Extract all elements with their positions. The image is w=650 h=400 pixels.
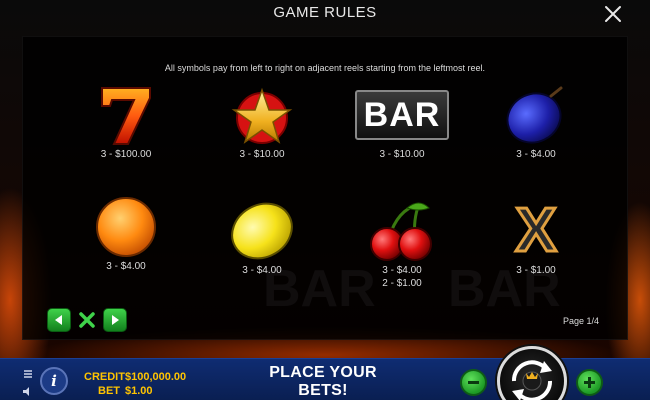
- close-rules-button[interactable]: [75, 308, 99, 332]
- close-icon: [605, 6, 621, 22]
- symbol-star: 3 - $10.00: [212, 82, 312, 161]
- symbol-seven: 3 - $100.00: [76, 82, 176, 161]
- decrease-bet-button[interactable]: [460, 369, 487, 396]
- prev-page-button[interactable]: [47, 308, 71, 332]
- symbol-payout: 3 - $100.00: [100, 149, 152, 160]
- menu-button[interactable]: [23, 369, 33, 382]
- plus-icon: [584, 377, 595, 388]
- bar-label: BAR: [363, 95, 441, 134]
- symbol-payout: 3 - $4.00: [106, 261, 146, 272]
- symbol-x: X 3 - $1.00: [486, 198, 586, 277]
- page-indicator: Page 1/4: [563, 316, 600, 326]
- spin-button[interactable]: [497, 346, 567, 400]
- close-button[interactable]: [604, 5, 624, 25]
- sound-button[interactable]: [22, 386, 33, 400]
- symbol-bar: BAR 3 - $10.00: [352, 82, 452, 161]
- page-navigation: [47, 308, 127, 332]
- bar-icon: BAR: [355, 90, 449, 140]
- symbol-orange: 3 - $4.00: [76, 194, 176, 273]
- status-message: PLACE YOUR BETS!: [269, 364, 377, 399]
- sound-icon: [23, 387, 29, 396]
- x-icon: X: [514, 196, 558, 265]
- rules-description: All symbols pay from left to right on ad…: [164, 63, 486, 73]
- cherries-icon: [370, 202, 432, 261]
- close-x-icon: [79, 312, 95, 328]
- bet-label: BET: [98, 385, 120, 397]
- star-icon: [231, 87, 293, 144]
- bet-value: $1.00: [125, 385, 153, 397]
- symbol-payout: 3 - $4.00: [382, 265, 422, 276]
- increase-bet-button[interactable]: [576, 369, 603, 396]
- arrow-left-icon: [55, 315, 62, 325]
- next-page-button[interactable]: [103, 308, 127, 332]
- lemon-icon: [231, 202, 293, 260]
- arrow-right-icon: [112, 315, 119, 325]
- symbol-payout: 3 - $10.00: [379, 149, 425, 160]
- orange-icon: [96, 197, 156, 257]
- symbol-cherries: 3 - $4.00 2 - $1.00: [352, 198, 452, 290]
- seven-icon: [101, 87, 151, 145]
- plum-icon: [506, 86, 563, 144]
- symbol-plum: 3 - $4.00: [486, 82, 586, 161]
- symbol-lemon: 3 - $4.00: [212, 198, 312, 277]
- symbol-payout: 3 - $4.00: [242, 265, 282, 276]
- page-title: GAME RULES: [273, 4, 377, 21]
- info-button[interactable]: i: [40, 367, 68, 395]
- symbol-payout: 3 - $10.00: [239, 149, 285, 160]
- symbol-payout: 2 - $1.00: [382, 278, 422, 289]
- symbol-payout: 3 - $1.00: [516, 265, 556, 276]
- menu-icon: [24, 370, 32, 378]
- symbol-payout: 3 - $4.00: [516, 149, 556, 160]
- credit-label: CREDIT: [84, 371, 125, 383]
- credit-value: $100,000.00: [125, 371, 187, 383]
- minus-icon: [468, 381, 479, 384]
- spin-icon: [511, 360, 553, 400]
